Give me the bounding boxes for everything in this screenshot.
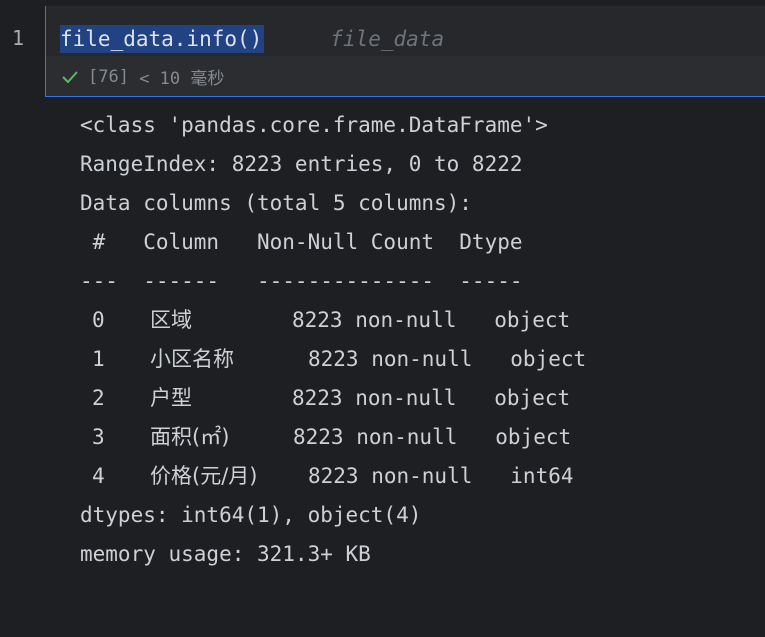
output-table-row: 3 面积(㎡) 8223 non-null object bbox=[80, 418, 586, 457]
notebook-code-cell[interactable]: file_data.info() file_data [76] < 10 毫秒 bbox=[45, 6, 765, 97]
check-icon bbox=[62, 71, 78, 83]
execution-status: [76] < 10 毫秒 bbox=[62, 64, 224, 89]
row-index: 1 bbox=[92, 347, 105, 371]
row-index: 4 bbox=[92, 464, 105, 488]
output-class-line: <class 'pandas.core.frame.DataFrame'> bbox=[80, 113, 548, 137]
row-stats: 8223 non-null object bbox=[292, 386, 571, 410]
row-index: 2 bbox=[92, 386, 105, 410]
row-column-name: 面积(㎡) bbox=[150, 425, 230, 449]
output-table-header: # Column Non-Null Count Dtype bbox=[80, 230, 536, 254]
output-table-separator: --- ------ -------------- ----- bbox=[80, 269, 536, 293]
output-data-columns-line: Data columns (total 5 columns): bbox=[80, 191, 472, 215]
output-table-row: 1 小区名称 8223 non-null object bbox=[80, 340, 586, 379]
line-number: 1 bbox=[12, 26, 25, 50]
row-column-name: 户型 bbox=[150, 386, 192, 410]
output-table-row: 4 价格(元/月) 8223 non-null int64 bbox=[80, 457, 586, 496]
row-column-name: 价格(元/月) bbox=[150, 464, 258, 488]
cell-output: <class 'pandas.core.frame.DataFrame'> Ra… bbox=[80, 106, 586, 574]
output-table-row: 0 区域 8223 non-null object bbox=[80, 301, 586, 340]
execution-time: < 10 毫秒 bbox=[139, 69, 225, 89]
row-stats: 8223 non-null int64 bbox=[308, 464, 574, 488]
row-stats: 8223 non-null object bbox=[308, 347, 587, 371]
execution-count: [76] bbox=[88, 66, 129, 87]
output-table-row: 2 户型 8223 non-null object bbox=[80, 379, 586, 418]
row-stats: 8223 non-null object bbox=[293, 425, 572, 449]
selected-code-text[interactable]: file_data.info() bbox=[60, 24, 265, 53]
row-index: 0 bbox=[92, 308, 105, 332]
output-dtypes-line: dtypes: int64(1), object(4) bbox=[80, 503, 422, 527]
row-column-name: 区域 bbox=[150, 308, 192, 332]
output-memory-line: memory usage: 321.3+ KB bbox=[80, 542, 371, 566]
code-line[interactable]: file_data.info() file_data bbox=[60, 21, 444, 56]
row-index: 3 bbox=[92, 425, 105, 449]
inline-variable-hint: file_data bbox=[330, 26, 445, 51]
output-range-index-line: RangeIndex: 8223 entries, 0 to 8222 bbox=[80, 152, 523, 176]
row-column-name: 小区名称 bbox=[150, 347, 234, 371]
row-stats: 8223 non-null object bbox=[292, 308, 571, 332]
